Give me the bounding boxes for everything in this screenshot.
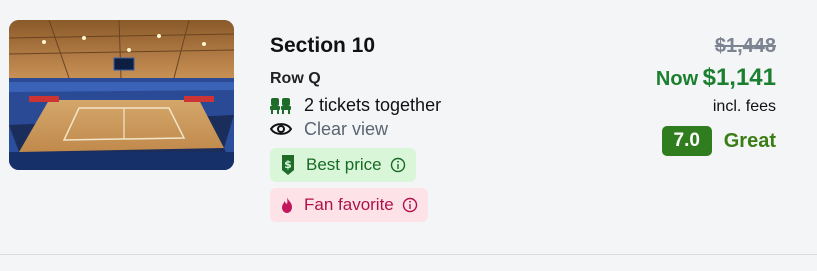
price-column: $1,448 Now $1,141 incl. fees 7.0 Great bbox=[656, 34, 776, 156]
view-text: Clear view bbox=[304, 118, 389, 139]
arena-image bbox=[9, 20, 234, 170]
listing-info: Section 10 Row Q 2 tickets together Clea… bbox=[270, 32, 441, 222]
fan-favorite-badge[interactable]: Fan favorite bbox=[270, 188, 428, 222]
price-tag-icon: $ bbox=[280, 154, 296, 176]
divider bbox=[0, 254, 817, 255]
eye-icon bbox=[270, 118, 294, 140]
best-price-badge[interactable]: $ Best price bbox=[270, 148, 416, 182]
info-icon[interactable] bbox=[390, 157, 406, 173]
row-label: Row Q bbox=[270, 70, 321, 87]
rating: 7.0 Great bbox=[656, 126, 776, 156]
now-label: Now bbox=[655, 68, 699, 90]
rating-label: Great bbox=[723, 129, 776, 152]
info-icon[interactable] bbox=[402, 197, 418, 213]
current-price: Now $1,141 bbox=[656, 64, 776, 95]
section-title: Section 10 bbox=[270, 34, 376, 57]
rating-score: 7.0 bbox=[661, 126, 712, 156]
seat-icon bbox=[270, 94, 294, 116]
feature-view: Clear view bbox=[270, 118, 441, 140]
fees-note: incl. fees bbox=[712, 98, 776, 115]
original-price: $1,448 bbox=[714, 35, 776, 57]
venue-photo[interactable] bbox=[9, 20, 234, 170]
now-price: $1,141 bbox=[702, 64, 776, 91]
flame-icon bbox=[280, 196, 294, 214]
fan-favorite-label: Fan favorite bbox=[304, 195, 394, 214]
feature-tickets: 2 tickets together bbox=[270, 94, 441, 116]
listing-card[interactable]: Section 10 Row Q 2 tickets together Clea… bbox=[0, 0, 817, 255]
best-price-label: Best price bbox=[306, 155, 382, 174]
tickets-text: 2 tickets together bbox=[304, 94, 442, 115]
svg-text:$: $ bbox=[284, 158, 292, 171]
